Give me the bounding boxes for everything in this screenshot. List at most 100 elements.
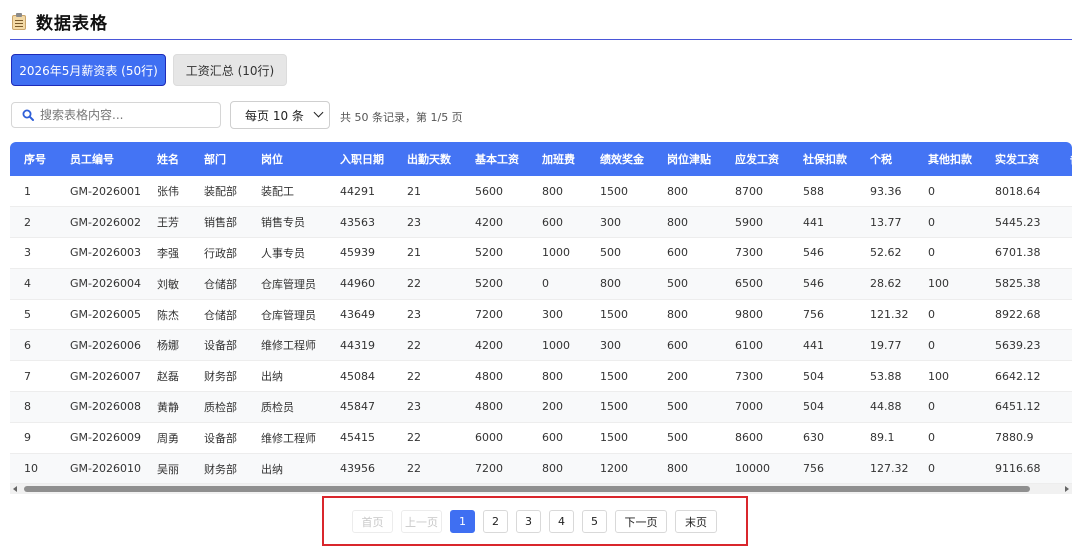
table-cell: 23 — [393, 206, 461, 239]
table-cell: 588 — [789, 176, 856, 208]
page-button-5[interactable]: 5 — [582, 510, 607, 533]
table-cell: 19.77 — [856, 329, 914, 362]
table-cell: 周勇 — [143, 422, 190, 454]
last-page-button[interactable]: 末页 — [675, 510, 717, 533]
next-page-button[interactable]: 下一页 — [615, 510, 667, 533]
tab-salary-sheet[interactable]: 2026年5月薪资表 (50行) — [11, 54, 166, 86]
table-cell: 43956 — [326, 453, 393, 484]
table-cell: 5200 — [461, 268, 528, 300]
page-button-4[interactable]: 4 — [549, 510, 574, 533]
table-cell: 22 — [393, 422, 461, 454]
table-cell: 8922.68 — [981, 299, 1056, 331]
table-cell: 89.1 — [856, 422, 914, 454]
table-cell: GM-2026010 — [56, 453, 143, 484]
table-cell: GM-2026006 — [56, 329, 143, 362]
table-row[interactable]: 6 GM-2026006 杨娜 设备部 维修工程师 44319 22 4200 1000 300 6… — [10, 329, 1072, 362]
table-row[interactable]: 9 GM-2026009 周勇 设备部 维修工程师 45415 22 6000 600 1500 5… — [10, 422, 1072, 454]
table-row[interactable]: 3 GM-2026003 李强 行政部 人事专员 45939 21 5200 1000 500 60… — [10, 237, 1072, 269]
table-cell: 45415 — [326, 422, 393, 454]
table-cell: 4 — [10, 268, 56, 300]
column-header[interactable]: 入职日期 — [326, 142, 393, 176]
table-row[interactable]: 8 GM-2026008 黄静 质检部 质检员 45847 23 4800 200 1500 500… — [10, 391, 1072, 423]
table-cell: 0 — [914, 453, 981, 484]
prev-page-button[interactable]: 上一页 — [401, 510, 442, 533]
table-cell: 1000 — [528, 329, 586, 362]
table-cell: 800 — [528, 176, 586, 208]
table-cell: 4800 — [461, 360, 528, 393]
table-cell: 100 — [914, 360, 981, 393]
table-row[interactable]: 5 GM-2026005 陈杰 仓储部 仓库管理员 43649 23 7200 300 1500 8… — [10, 299, 1072, 331]
column-header[interactable]: 绩效奖金 — [586, 142, 653, 176]
table-cell: 100 — [914, 268, 981, 300]
table-cell: 李强 — [143, 237, 190, 269]
table-row[interactable]: 2 GM-2026002 王芳 销售部 销售专员 43563 23 4200 600 300 800… — [10, 206, 1072, 239]
table-cell: 800 — [653, 206, 721, 239]
table-cell: 546 — [789, 268, 856, 300]
table-cell: 5 — [10, 299, 56, 331]
table-cell: 销售专员 — [247, 206, 326, 239]
table-cell: 44291 — [326, 176, 393, 208]
column-header[interactable]: 个税 — [856, 142, 914, 176]
table-cell: 维修工程师 — [247, 329, 326, 362]
table-row[interactable]: 1 GM-2026001 张伟 装配部 装配工 44291 21 5600 800 1500 800… — [10, 176, 1072, 208]
table-cell: 0 — [914, 206, 981, 239]
horizontal-scrollbar[interactable] — [10, 484, 1072, 494]
table-cell: 1500 — [586, 299, 653, 331]
first-page-button[interactable]: 首页 — [352, 510, 393, 533]
page-button-3[interactable]: 3 — [516, 510, 541, 533]
record-info: 共 50 条记录，第 1/5 页 — [340, 111, 463, 124]
scrollbar-thumb[interactable] — [24, 486, 1030, 492]
table-cell: 22 — [393, 453, 461, 484]
page-size-select[interactable]: 每页 10 条 — [230, 101, 330, 129]
table-cell: 10000 — [721, 453, 789, 484]
table-row[interactable]: 10 GM-2026010 吴丽 财务部 出纳 43956 22 7200 800 1200 800… — [10, 453, 1072, 484]
table-cell: 0 — [528, 268, 586, 300]
column-header[interactable]: 岗位津贴 — [653, 142, 721, 176]
page-button-2[interactable]: 2 — [483, 510, 508, 533]
tab-salary-summary[interactable]: 工资汇总 (10行) — [173, 54, 287, 86]
table-cell: 9116.68 — [981, 453, 1056, 484]
table-cell: 仓储部 — [190, 299, 247, 331]
table-row[interactable]: 7 GM-2026007 赵磊 财务部 出纳 45084 22 4800 800 1500 200 7… — [10, 360, 1072, 393]
column-header[interactable]: 出勤天数 — [393, 142, 461, 176]
table-cell — [1056, 206, 1072, 239]
column-header[interactable]: 备 — [1056, 142, 1072, 176]
table-cell: 设备部 — [190, 329, 247, 362]
page-title: 数据表格 — [36, 13, 108, 34]
table-cell: 6 — [10, 329, 56, 362]
table-cell: 23 — [393, 299, 461, 331]
table-cell: 6500 — [721, 268, 789, 300]
search-box[interactable] — [11, 102, 221, 128]
column-header[interactable]: 应发工资 — [721, 142, 789, 176]
column-header[interactable]: 岗位 — [247, 142, 326, 176]
column-header[interactable]: 序号 — [10, 142, 56, 176]
column-header[interactable]: 其他扣款 — [914, 142, 981, 176]
table-cell: 200 — [528, 391, 586, 423]
table-cell: 500 — [653, 422, 721, 454]
column-header[interactable]: 社保扣款 — [789, 142, 856, 176]
table-cell: 53.88 — [856, 360, 914, 393]
table-row[interactable]: 4 GM-2026004 刘敏 仓储部 仓库管理员 44960 22 5200 0 800 500 6… — [10, 268, 1072, 300]
column-header[interactable]: 加班费 — [528, 142, 586, 176]
scroll-left-icon[interactable] — [13, 486, 17, 492]
table-cell: 800 — [528, 360, 586, 393]
table-cell: 仓储部 — [190, 268, 247, 300]
table-cell: 127.32 — [856, 453, 914, 484]
table-cell: 4200 — [461, 329, 528, 362]
table-cell: 仓库管理员 — [247, 268, 326, 300]
search-input[interactable] — [40, 108, 210, 122]
column-header[interactable]: 姓名 — [143, 142, 190, 176]
column-header[interactable]: 基本工资 — [461, 142, 528, 176]
column-header[interactable]: 实发工资 — [981, 142, 1056, 176]
table-cell: 45847 — [326, 391, 393, 423]
column-header[interactable]: 员工编号 — [56, 142, 143, 176]
column-header[interactable]: 部门 — [190, 142, 247, 176]
table-cell: 93.36 — [856, 176, 914, 208]
table-cell: 1500 — [586, 422, 653, 454]
table-cell: 8600 — [721, 422, 789, 454]
page-button-1[interactable]: 1 — [450, 510, 475, 533]
table-cell: 23 — [393, 391, 461, 423]
table-cell: 装配工 — [247, 176, 326, 208]
table-cell: 43649 — [326, 299, 393, 331]
scroll-right-icon[interactable] — [1065, 486, 1069, 492]
